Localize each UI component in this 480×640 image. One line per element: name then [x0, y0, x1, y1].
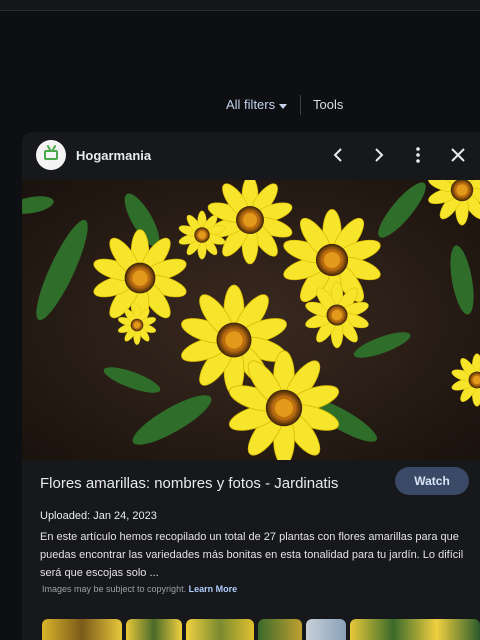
filter-bar: All filters Tools	[0, 92, 480, 120]
thumbnail[interactable]	[186, 619, 254, 640]
result-description: En este artículo hemos recopilado un tot…	[40, 531, 464, 579]
caret-down-icon[interactable]	[279, 104, 287, 109]
site-logo[interactable]	[36, 140, 66, 170]
result-title[interactable]: Flores amarillas: nombres y fotos - Jard…	[40, 475, 338, 492]
more-vertical-icon[interactable]	[407, 144, 429, 166]
copyright-text: Images may be subject to copyright.	[42, 584, 187, 594]
image-preview-panel: Hogarmania Flores amarillas: nombres y f…	[22, 132, 480, 640]
panel-header: Hogarmania	[22, 132, 480, 180]
all-filters-button[interactable]: All filters	[226, 97, 275, 112]
yellow-flowers-photo	[22, 180, 480, 460]
thumbnail[interactable]	[126, 619, 182, 640]
tools-button[interactable]: Tools	[313, 97, 343, 112]
tv-icon	[44, 150, 58, 160]
thumbnail[interactable]	[350, 619, 480, 640]
upload-date: Uploaded: Jan 24, 2023	[40, 510, 157, 522]
close-icon[interactable]	[447, 144, 469, 166]
site-name[interactable]: Hogarmania	[76, 148, 151, 163]
watch-button[interactable]: Watch	[395, 467, 469, 495]
thumbnail[interactable]	[258, 619, 302, 640]
thumbnail[interactable]	[306, 619, 346, 640]
learn-more-link[interactable]: Learn More	[189, 584, 238, 594]
divider	[300, 95, 301, 115]
thumbnail[interactable]	[42, 619, 122, 640]
chevron-right-icon[interactable]	[367, 144, 389, 166]
top-bar	[0, 0, 480, 11]
copyright-notice: Images may be subject to copyright. Lear…	[42, 584, 237, 594]
chevron-left-icon[interactable]	[328, 144, 350, 166]
preview-image[interactable]	[22, 180, 480, 460]
